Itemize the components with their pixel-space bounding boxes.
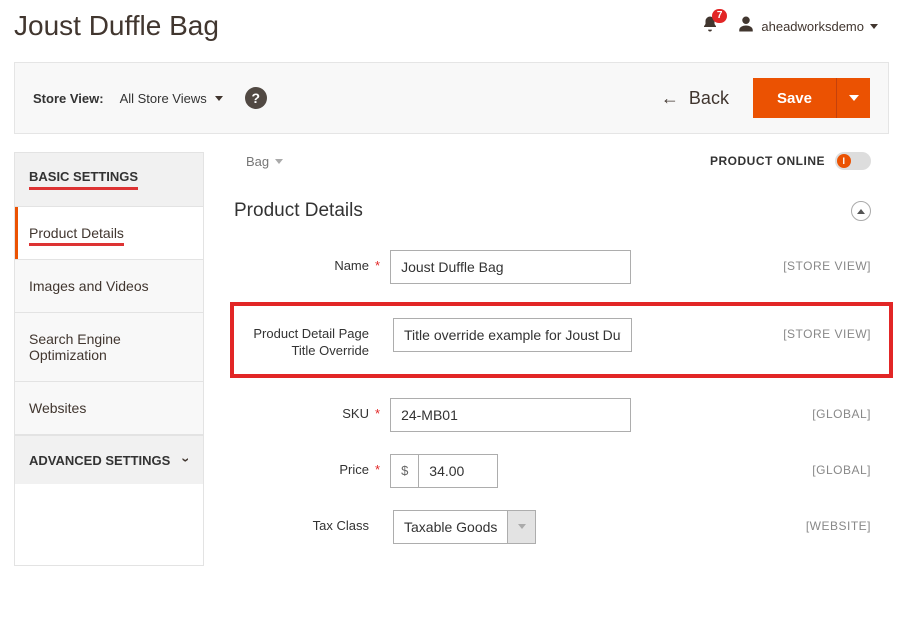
- sku-input[interactable]: [390, 398, 630, 432]
- store-view-value: All Store Views: [120, 91, 207, 106]
- back-button[interactable]: ← Back: [661, 88, 729, 109]
- user-icon: [737, 15, 755, 38]
- required-mark: *: [375, 398, 380, 421]
- basic-settings-label: BASIC SETTINGS: [29, 169, 138, 190]
- user-menu-button[interactable]: aheadworksdemo: [737, 15, 878, 38]
- scope-label: [WEBSITE]: [632, 510, 871, 533]
- save-button[interactable]: Save: [753, 78, 836, 118]
- name-input[interactable]: [390, 250, 630, 284]
- sku-label: SKU: [234, 398, 369, 423]
- attribute-set-value: Bag: [246, 154, 269, 169]
- notifications-button[interactable]: 7: [701, 15, 719, 38]
- chevron-down-icon: [215, 96, 223, 101]
- attribute-set-select[interactable]: Bag: [234, 154, 283, 169]
- price-label: Price: [234, 454, 369, 479]
- help-button[interactable]: ?: [245, 87, 267, 109]
- sidebar-item-label: Search Engine Optimization: [29, 331, 121, 363]
- highlighted-field-group: Product Detail Page Title Override [STOR…: [230, 302, 893, 378]
- currency-symbol: $: [390, 454, 418, 488]
- sidebar-item-seo[interactable]: Search Engine Optimization: [15, 313, 203, 382]
- chevron-down-icon: [275, 159, 283, 164]
- tax-class-label: Tax Class: [234, 510, 369, 535]
- product-online-toggle[interactable]: I: [835, 152, 871, 170]
- advanced-settings-header[interactable]: ADVANCED SETTINGS ›: [15, 435, 203, 484]
- store-view-label: Store View:: [33, 91, 104, 106]
- name-label: Name: [234, 250, 369, 275]
- sidebar-item-label: Images and Videos: [29, 278, 149, 294]
- back-label: Back: [689, 88, 729, 109]
- collapse-button[interactable]: [851, 201, 871, 221]
- tax-class-value: [393, 510, 508, 544]
- sidebar-item-product-details[interactable]: Product Details: [15, 207, 203, 259]
- toggle-knob: I: [837, 154, 851, 168]
- sidebar-item-images-videos[interactable]: Images and Videos: [15, 259, 203, 313]
- page-title: Joust Duffle Bag: [14, 10, 219, 42]
- product-online-label: PRODUCT ONLINE: [710, 154, 825, 168]
- basic-settings-header[interactable]: BASIC SETTINGS: [15, 153, 203, 207]
- override-label: Product Detail Page Title Override: [234, 318, 369, 360]
- required-mark: *: [375, 454, 380, 477]
- price-input[interactable]: [418, 454, 498, 488]
- arrow-left-icon: ←: [661, 88, 679, 109]
- section-title: Product Details: [234, 200, 363, 222]
- required-mark: *: [375, 250, 380, 273]
- chevron-down-icon: [870, 24, 878, 29]
- scope-label: [STORE VIEW]: [631, 250, 871, 273]
- notification-badge: 7: [712, 9, 728, 23]
- scope-label: [GLOBAL]: [631, 454, 871, 477]
- chevron-up-icon: [857, 209, 865, 214]
- store-view-select[interactable]: All Store Views: [120, 91, 223, 106]
- chevron-down-icon: ›: [179, 458, 195, 463]
- chevron-down-icon: [518, 524, 526, 529]
- save-dropdown-button[interactable]: [836, 78, 870, 118]
- sidebar-item-websites[interactable]: Websites: [15, 382, 203, 435]
- scope-label: [STORE VIEW]: [632, 318, 871, 341]
- sidebar-item-label: Websites: [29, 400, 86, 416]
- advanced-settings-label: ADVANCED SETTINGS: [29, 453, 170, 468]
- chevron-down-icon: [849, 95, 859, 101]
- question-icon: ?: [251, 90, 260, 106]
- title-override-input[interactable]: [393, 318, 632, 352]
- username-label: aheadworksdemo: [761, 19, 864, 34]
- sidebar-item-label: Product Details: [29, 225, 124, 246]
- select-dropdown-button[interactable]: [508, 510, 536, 544]
- tax-class-select[interactable]: [393, 510, 538, 544]
- scope-label: [GLOBAL]: [631, 398, 871, 421]
